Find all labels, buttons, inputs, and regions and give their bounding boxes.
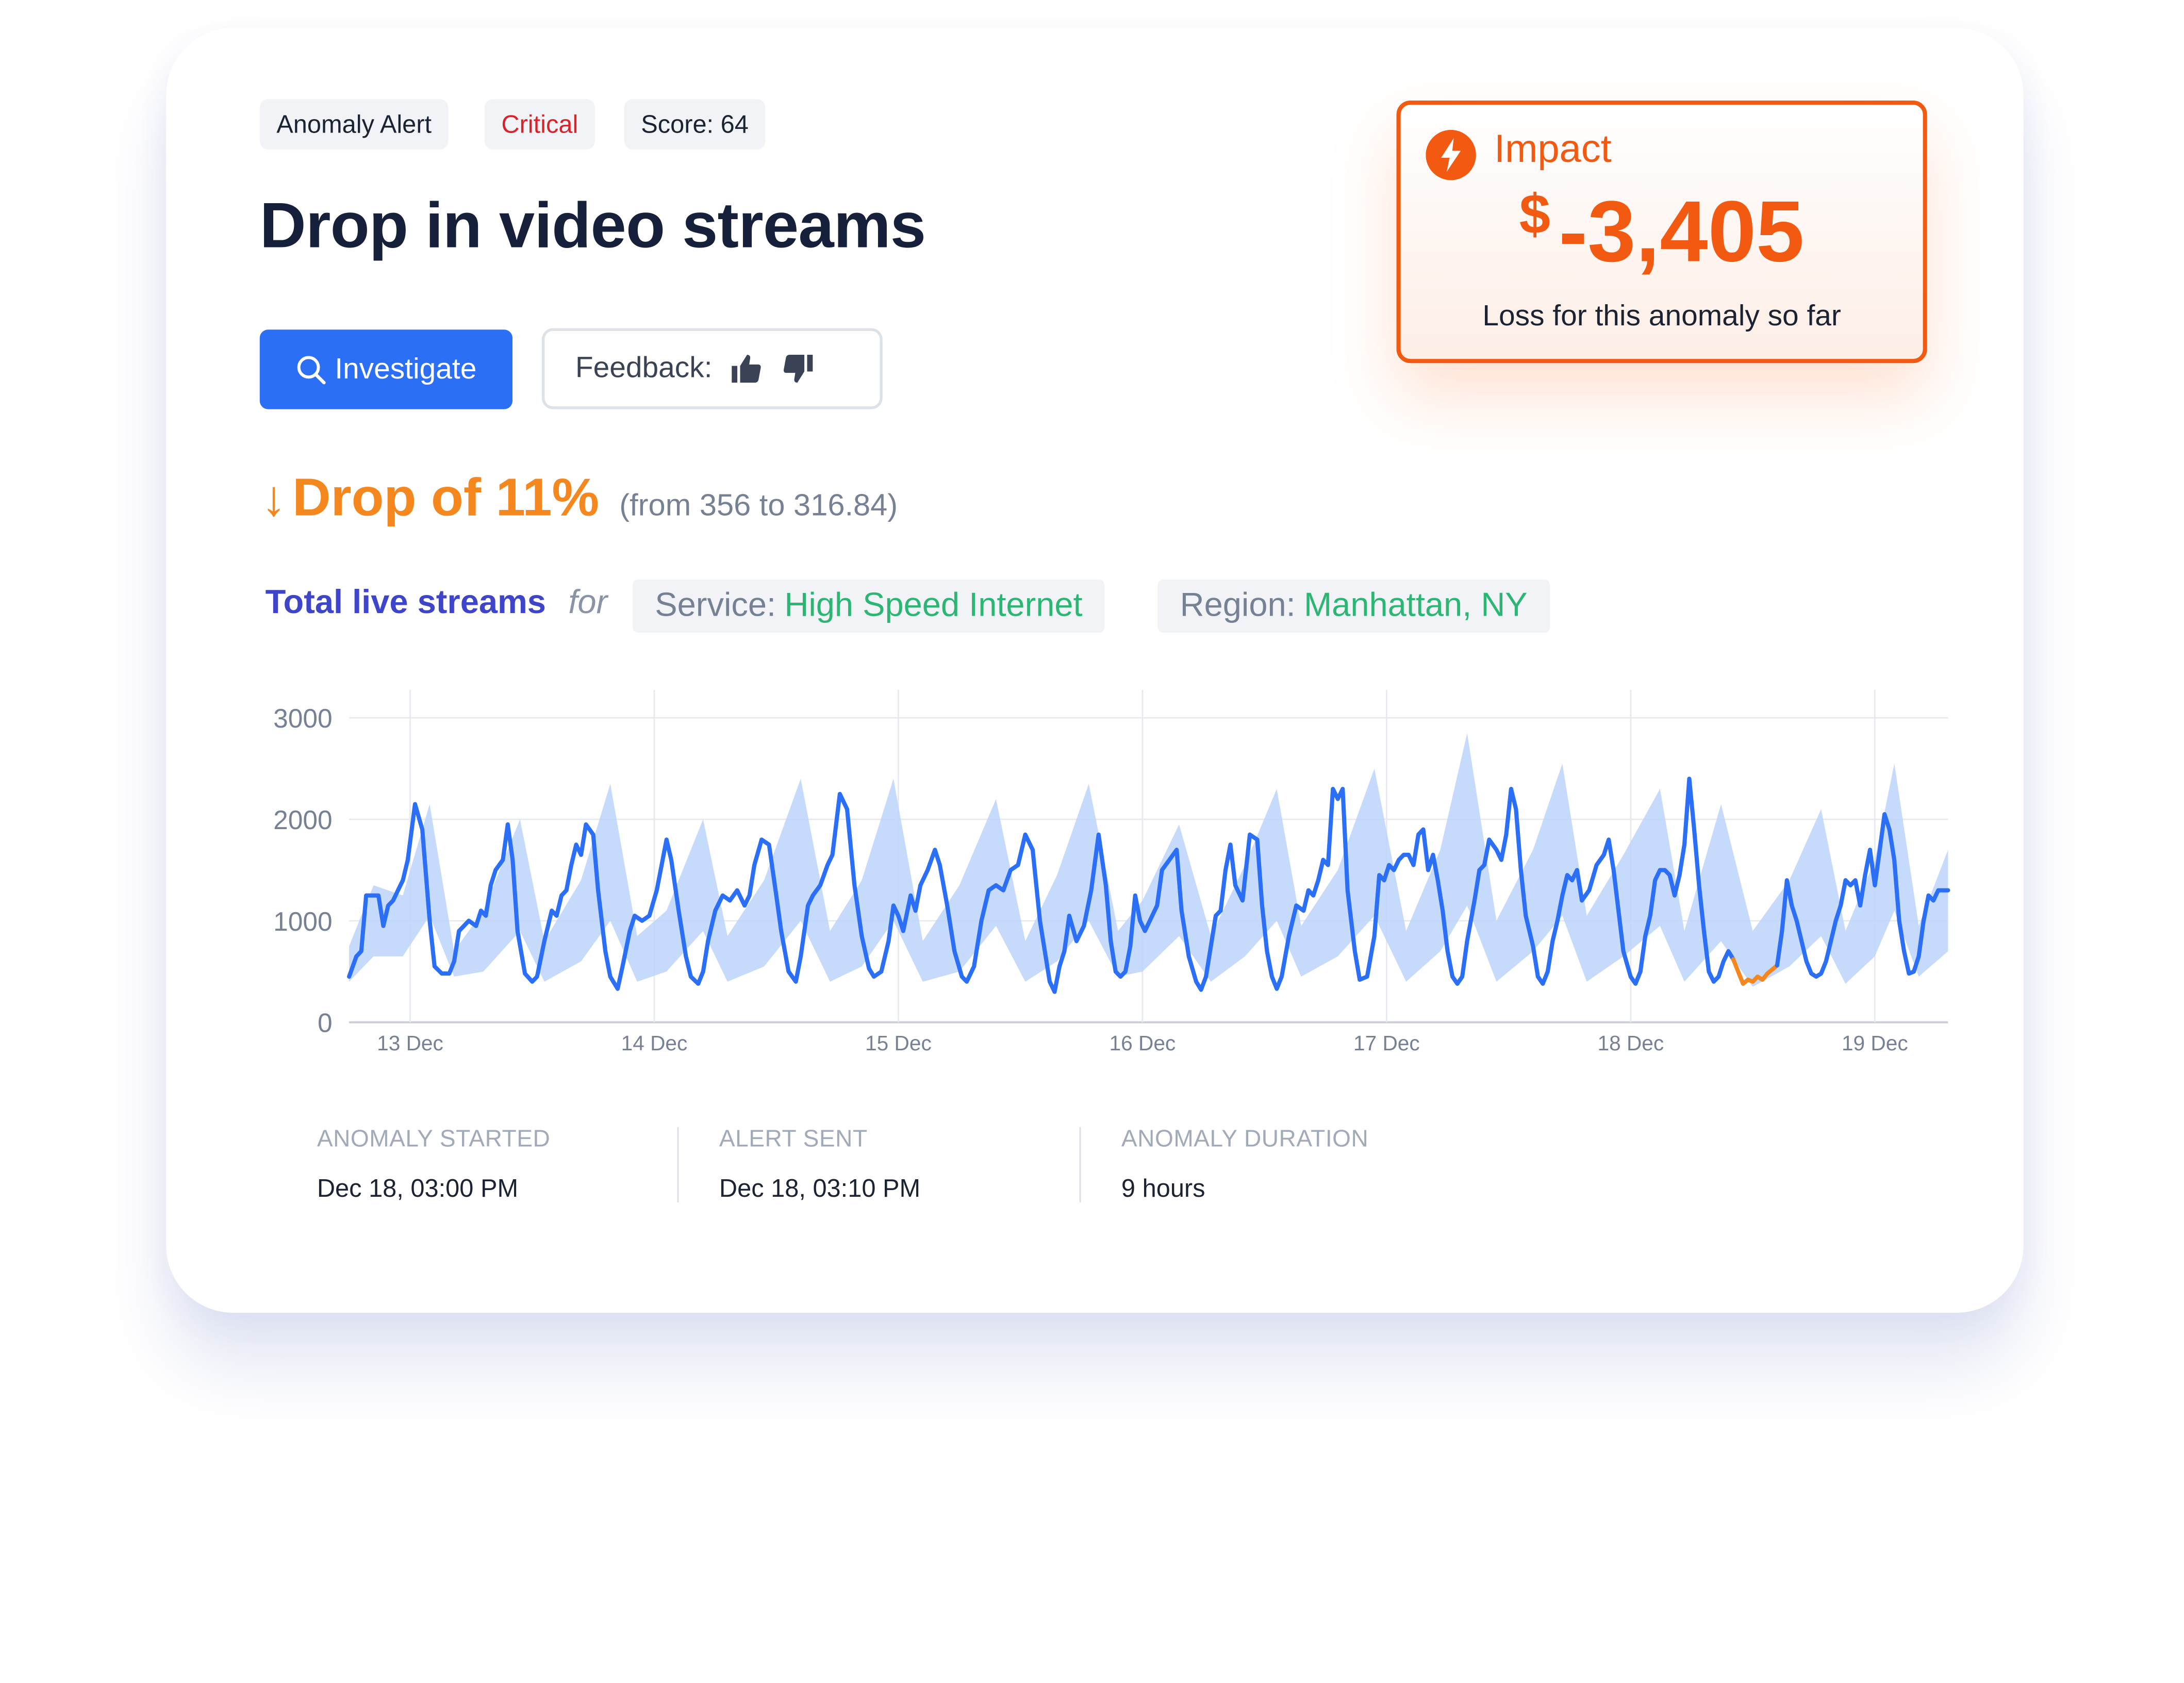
stat-value-duration: 9 hours: [1121, 1175, 1205, 1204]
y-tick-label: 0: [318, 1008, 333, 1038]
stat-label-alert: ALERT SENT: [719, 1126, 868, 1153]
x-tick-label: 19 Dec: [1842, 1031, 1908, 1055]
y-tick-label: 1000: [273, 906, 332, 936]
x-tick-label: 15 Dec: [865, 1031, 932, 1055]
y-tick-label: 2000: [273, 805, 332, 835]
stat-value-started: Dec 18, 03:00 PM: [317, 1175, 518, 1204]
stat-value-alert: Dec 18, 03:10 PM: [719, 1175, 920, 1204]
x-tick-label: 18 Dec: [1598, 1031, 1664, 1055]
stat-label-started: ANOMALY STARTED: [317, 1126, 550, 1153]
x-tick-label: 14 Dec: [621, 1031, 688, 1055]
streams-chart: 0 1000 2000 3000 13 Dec 14 Dec 15 Dec 16 Dec 17 …: [166, 28, 2023, 1089]
x-tick-label: 13 Dec: [377, 1031, 443, 1055]
expected-range-band: [349, 733, 1948, 987]
stat-label-duration: ANOMALY DURATION: [1121, 1126, 1368, 1153]
divider: [1080, 1127, 1081, 1202]
y-tick-label: 3000: [273, 703, 332, 733]
x-tick-label: 16 Dec: [1110, 1031, 1176, 1055]
x-tick-label: 17 Dec: [1353, 1031, 1420, 1055]
divider: [677, 1127, 679, 1202]
anomaly-card: Anomaly Alert Critical Score: 64 Drop in…: [166, 28, 2023, 1313]
